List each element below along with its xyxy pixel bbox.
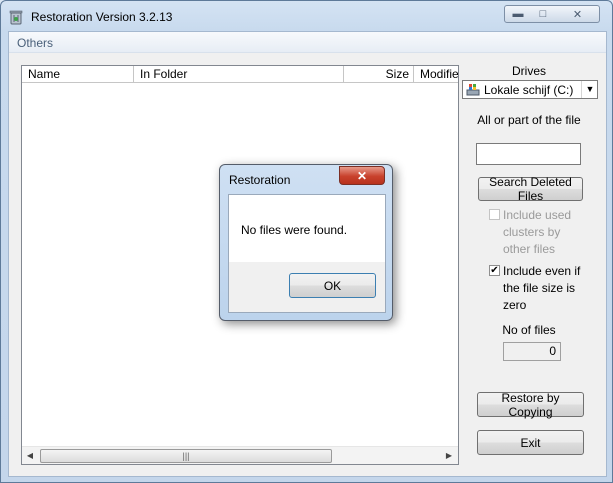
- maximize-button[interactable]: □: [530, 5, 557, 23]
- minimize-icon: ▬: [512, 8, 524, 20]
- maximize-icon: □: [539, 8, 547, 20]
- include-used-clusters-checkbox[interactable]: [489, 209, 500, 220]
- ok-button[interactable]: OK: [289, 273, 376, 298]
- dialog-body: No files were found.: [228, 194, 386, 263]
- restore-by-copying-button[interactable]: Restore by Copying: [477, 391, 584, 419]
- window-close-button[interactable]: ✕: [556, 5, 600, 23]
- chevron-down-icon[interactable]: ▼: [581, 81, 598, 98]
- drive-selected-value: Lokale schijf (C:): [484, 83, 574, 97]
- grip-icon: |||: [182, 451, 190, 461]
- search-deleted-files-button[interactable]: Search Deleted Files: [478, 175, 583, 203]
- trash-bin-icon: [9, 9, 23, 25]
- list-header: Name In Folder Size Modified: [22, 66, 458, 83]
- drive-dropdown[interactable]: Lokale schijf (C:) ▼: [462, 80, 598, 99]
- drives-label: Drives: [511, 64, 546, 78]
- dialog-footer: OK: [228, 262, 386, 313]
- checkmark-icon: ✔: [490, 265, 499, 276]
- column-header-name[interactable]: Name: [22, 66, 134, 82]
- hard-drive-icon: [466, 83, 480, 96]
- dialog-title: Restoration: [229, 173, 291, 187]
- horizontal-scrollbar[interactable]: ◀ ||| ▶: [22, 446, 458, 464]
- exit-button[interactable]: Exit: [477, 430, 584, 455]
- scrollbar-thumb[interactable]: |||: [40, 449, 332, 463]
- close-icon: ✕: [572, 8, 583, 21]
- file-name-input[interactable]: [476, 143, 581, 165]
- column-header-size[interactable]: Size: [344, 66, 414, 82]
- no-of-files-value: 0: [503, 342, 561, 361]
- menu-bar: Others: [9, 32, 606, 53]
- dialog-message: No files were found.: [241, 223, 348, 237]
- file-name-label: All or part of the file: [477, 113, 581, 127]
- window-title: Restoration Version 3.2.13: [31, 10, 173, 24]
- include-zero-size-label: Include even if the file size is zero: [503, 264, 581, 312]
- dialog-close-button[interactable]: ✕: [339, 166, 385, 185]
- message-dialog: Restoration ✕ No files were found. OK: [219, 164, 393, 321]
- close-icon: ✕: [356, 168, 368, 183]
- scroll-right-arrow-icon[interactable]: ▶: [442, 449, 456, 462]
- column-header-in-folder[interactable]: In Folder: [134, 66, 344, 82]
- no-of-files-label: No of files: [502, 323, 556, 337]
- column-header-modified[interactable]: Modified: [414, 66, 458, 82]
- include-zero-size-checkbox[interactable]: ✔: [489, 265, 500, 276]
- scroll-left-arrow-icon[interactable]: ◀: [23, 449, 37, 462]
- menu-item-others[interactable]: Others: [17, 36, 53, 50]
- include-used-clusters-label: Include used clusters by other files: [503, 208, 572, 256]
- minimize-button[interactable]: ▬: [504, 5, 532, 23]
- title-bar[interactable]: Restoration Version 3.2.13 ▬ □ ✕: [1, 1, 612, 31]
